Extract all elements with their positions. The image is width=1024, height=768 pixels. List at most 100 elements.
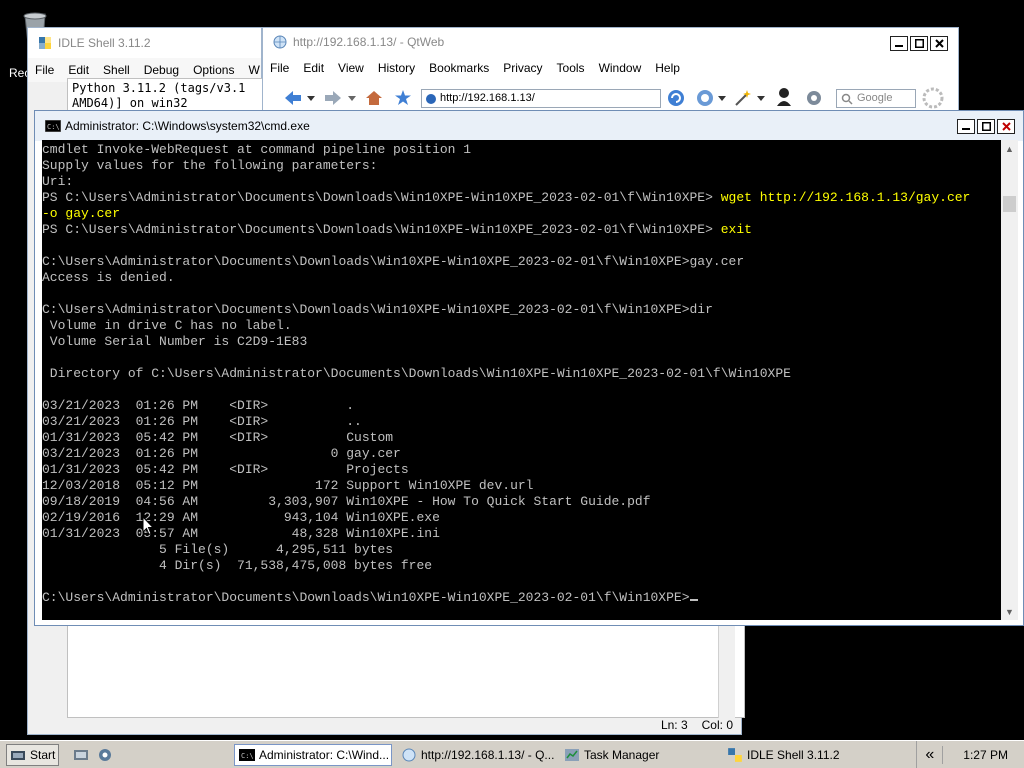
close-icon [934, 39, 944, 48]
idle-line: Python 3.11.2 (tags/v3.1 [72, 81, 246, 95]
idle-line: AMD64)] on win32 [72, 96, 188, 110]
maximize-icon [981, 122, 991, 131]
qtweb-menu-window[interactable]: Window [599, 61, 642, 75]
console-line: 01/31/2023 05:57 AM 48,328 Win10XPE.ini [42, 526, 1004, 542]
taskbar-item-task-manager[interactable]: Task Manager [560, 744, 710, 766]
console-line: Uri: [42, 174, 1004, 190]
idle-shell-text-area[interactable] [67, 622, 745, 718]
cmd-minimize-button[interactable] [957, 119, 975, 134]
back-dropdown-icon[interactable] [307, 96, 315, 102]
qtweb-menu-view[interactable]: View [338, 61, 364, 75]
qtweb-menu-edit[interactable]: Edit [303, 61, 324, 75]
web-search-placeholder: Google [857, 92, 893, 104]
user-agent-icon[interactable] [695, 88, 715, 108]
console-output[interactable]: cmdlet Invoke-WebRequest at command pipe… [42, 140, 1004, 620]
python-icon [728, 747, 742, 762]
console-line-text: 4 Dir(s) 71,538,475,008 bytes free [42, 558, 433, 573]
console-line-text: 09/18/2019 04:56 AM 3,303,907 Win10XPE -… [42, 494, 651, 509]
privacy-agent-icon[interactable] [775, 87, 793, 107]
qtweb-menu-help[interactable]: Help [655, 61, 680, 75]
taskbar-item-label: IDLE Shell 3.11.2 [747, 747, 840, 762]
start-label: Start [30, 747, 56, 762]
console-line-text: 01/31/2023 05:42 PM <DIR> Custom [42, 430, 394, 445]
settings-gear-icon[interactable] [805, 89, 823, 107]
console-line: Access is denied. [42, 270, 1004, 286]
wand-dropdown-icon[interactable] [757, 96, 765, 102]
idle-menu-debug[interactable]: Debug [144, 63, 179, 77]
idle-titlebar[interactable]: IDLE Shell 3.11.2 [28, 28, 261, 58]
idle-status-line: Ln: 3 [660, 718, 688, 732]
maximize-icon [914, 39, 924, 48]
qtweb-maximize-button[interactable] [910, 36, 928, 51]
taskbar-item-cmd[interactable]: C:\ Administrator: C:\Wind... [234, 743, 392, 766]
cmd-window[interactable]: C:\ Administrator: C:\Windows\system32\c… [34, 110, 1024, 626]
magic-wand-icon[interactable] [734, 89, 752, 107]
idle-status-col: Col: 0 [701, 718, 733, 732]
console-line-text: cmdlet Invoke-WebRequest at command pipe… [42, 142, 472, 157]
console-line: Volume in drive C has no label. [42, 318, 1004, 334]
user-agent-dropdown-icon[interactable] [718, 96, 726, 102]
console-line-text: 02/19/2016 12:29 AM 943,104 Win10XPE.exe [42, 510, 440, 525]
qtweb-titlebar[interactable]: http://192.168.1.13/ - QtWeb [263, 28, 958, 56]
scroll-down-arrow-icon[interactable]: ▼ [1001, 603, 1018, 620]
cmd-titlebar[interactable]: C:\ Administrator: C:\Windows\system32\c… [35, 111, 1023, 141]
console-line: 12/03/2018 05:12 PM 172 Support Win10XPE… [42, 478, 1004, 494]
taskbar: Start C:\ Administrator: C:\Wind... http… [0, 740, 1024, 768]
console-line: C:\Users\Administrator\Documents\Downloa… [42, 590, 1004, 606]
qtweb-minimize-button[interactable] [890, 36, 908, 51]
taskbar-item-label: Administrator: C:\Wind... [259, 747, 390, 762]
console-line: 03/21/2023 01:26 PM <DIR> .. [42, 414, 1004, 430]
start-button[interactable]: Start [6, 743, 60, 766]
back-arrow-icon[interactable] [283, 90, 303, 106]
qtweb-menu-bookmarks[interactable]: Bookmarks [429, 61, 489, 75]
cmd-maximize-button[interactable] [977, 119, 995, 134]
console-line-text: PS C:\Users\Administrator\Documents\Down… [42, 222, 721, 237]
address-bar[interactable]: http://192.168.1.13/ [421, 89, 661, 108]
idle-menu-edit[interactable]: Edit [68, 63, 89, 77]
cmd-close-button[interactable] [997, 119, 1015, 134]
idle-menu-window[interactable]: W [248, 63, 259, 77]
home-icon[interactable] [365, 90, 383, 106]
console-line-text: 03/21/2023 01:26 PM <DIR> .. [42, 414, 362, 429]
qtweb-menubar: File Edit View History Bookmarks Privacy… [263, 56, 958, 80]
web-search-input[interactable]: Google [836, 89, 916, 108]
taskbar-item-idle[interactable]: IDLE Shell 3.11.2 [723, 744, 873, 766]
forward-arrow-icon[interactable] [323, 90, 343, 106]
idle-menu-file[interactable]: File [35, 63, 54, 77]
idle-menu-shell[interactable]: Shell [103, 63, 130, 77]
qtweb-browser-window[interactable]: http://192.168.1.13/ - QtWeb File Edit V… [262, 27, 959, 117]
loading-spinner-icon [922, 87, 944, 109]
idle-vertical-scrollbar[interactable] [718, 622, 735, 718]
console-line: PS C:\Users\Administrator\Documents\Down… [42, 190, 1004, 206]
qtweb-menu-history[interactable]: History [378, 61, 415, 75]
console-command-text: exit [720, 222, 752, 237]
scroll-up-arrow-icon[interactable]: ▲ [1001, 140, 1018, 157]
qtweb-close-button[interactable] [930, 36, 948, 51]
tray-expand-button[interactable]: « [917, 745, 944, 764]
quicklaunch-settings-icon[interactable] [97, 747, 113, 763]
qtweb-menu-tools[interactable]: Tools [557, 61, 585, 75]
console-line-text: 5 File(s) 4,295,511 bytes [42, 542, 394, 557]
idle-menu-options[interactable]: Options [193, 63, 234, 77]
cmd-icon: C:\ [239, 748, 255, 761]
cmd-title: Administrator: C:\Windows\system32\cmd.e… [65, 119, 310, 133]
console-line-text: Access is denied. [42, 270, 175, 285]
bookmark-star-icon[interactable] [394, 89, 412, 106]
console-line-text: 01/31/2023 05:57 AM 48,328 Win10XPE.ini [42, 526, 440, 541]
svg-text:C:\: C:\ [47, 123, 60, 131]
console-line: 02/19/2016 12:29 AM 943,104 Win10XPE.exe [42, 510, 1004, 526]
tray-clock[interactable]: 1:27 PM [943, 748, 1024, 762]
scroll-thumb[interactable] [1003, 196, 1016, 212]
start-icon [11, 750, 25, 760]
cmd-vertical-scrollbar[interactable]: ▲ ▼ [1001, 140, 1018, 620]
taskbar-item-qtweb[interactable]: http://192.168.1.13/ - Q... [397, 744, 557, 766]
console-line: 03/21/2023 01:26 PM <DIR> . [42, 398, 1004, 414]
reload-icon[interactable] [666, 88, 686, 108]
qtweb-menu-privacy[interactable]: Privacy [503, 61, 542, 75]
quicklaunch-explorer-icon[interactable] [73, 747, 89, 763]
qtweb-menu-file[interactable]: File [270, 61, 289, 75]
forward-dropdown-icon[interactable] [348, 96, 356, 102]
